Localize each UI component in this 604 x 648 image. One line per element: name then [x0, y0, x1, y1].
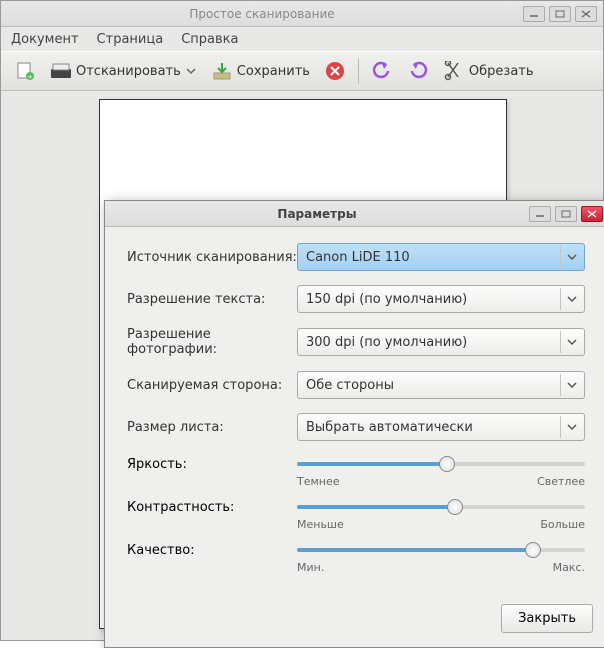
- chevron-down-icon: [560, 246, 582, 268]
- save-icon: [211, 60, 233, 82]
- scan-label: Отсканировать: [76, 64, 181, 79]
- dialog-minimize-button[interactable]: [529, 206, 551, 222]
- brightness-min-label: Темнее: [297, 475, 340, 488]
- main-window-title: Простое сканирование: [1, 7, 523, 21]
- save-button[interactable]: Сохранить: [206, 57, 315, 85]
- brightness-slider[interactable]: [297, 455, 585, 473]
- source-combo[interactable]: Canon LiDE 110: [297, 243, 585, 271]
- contrast-slider[interactable]: [297, 498, 585, 516]
- rotate-right-button[interactable]: [402, 57, 434, 85]
- menubar: Документ Страница Справка: [1, 27, 603, 51]
- text-res-value: 150 dpi (по умолчанию): [306, 292, 467, 307]
- close-button[interactable]: [575, 6, 597, 22]
- scan-button[interactable]: Отсканировать: [45, 57, 202, 85]
- brightness-label: Яркость:: [127, 457, 297, 472]
- chevron-down-icon: [560, 374, 582, 396]
- dialog-title: Параметры: [105, 207, 529, 221]
- contrast-label: Контрастность:: [127, 500, 297, 515]
- side-combo[interactable]: Обе стороны: [297, 371, 585, 399]
- new-doc-icon: +: [14, 60, 36, 82]
- rotate-left-button[interactable]: [366, 57, 398, 85]
- quality-label: Качество:: [127, 543, 297, 558]
- contrast-max-label: Больше: [540, 518, 585, 531]
- source-value: Canon LiDE 110: [306, 250, 410, 265]
- preferences-dialog: Параметры Источник сканирования: Canon L…: [104, 200, 604, 648]
- save-label: Сохранить: [237, 64, 310, 79]
- new-doc-button[interactable]: +: [9, 57, 41, 85]
- separator: [358, 58, 359, 84]
- menu-help[interactable]: Справка: [181, 32, 238, 47]
- crop-icon: [443, 60, 465, 82]
- chevron-down-icon: [560, 416, 582, 438]
- svg-text:+: +: [27, 73, 33, 81]
- stop-button[interactable]: [319, 57, 351, 85]
- side-value: Обе стороны: [306, 378, 394, 393]
- paper-label: Размер листа:: [127, 420, 297, 435]
- crop-label: Обрезать: [469, 64, 534, 79]
- quality-min-label: Мин.: [297, 561, 324, 574]
- text-res-label: Разрешение текста:: [127, 292, 297, 307]
- toolbar: + Отсканировать Сохранить: [1, 51, 603, 91]
- photo-res-value: 300 dpi (по умолчанию): [306, 335, 467, 350]
- source-label: Источник сканирования:: [127, 250, 297, 265]
- quality-max-label: Макс.: [553, 561, 585, 574]
- dialog-form: Источник сканирования: Canon LiDE 110 Ра…: [105, 227, 604, 598]
- paper-value: Выбрать автоматически: [306, 420, 473, 435]
- scanner-icon: [50, 60, 72, 82]
- dialog-close-button[interactable]: [581, 206, 603, 222]
- chevron-down-icon: [185, 60, 197, 82]
- crop-button[interactable]: Обрезать: [438, 57, 539, 85]
- dialog-titlebar: Параметры: [105, 201, 604, 227]
- main-titlebar: Простое сканирование: [1, 1, 603, 27]
- chevron-down-icon: [560, 288, 582, 310]
- photo-res-combo[interactable]: 300 dpi (по умолчанию): [297, 328, 585, 356]
- photo-res-label: Разрешение фотографии:: [127, 327, 297, 357]
- paper-combo[interactable]: Выбрать автоматически: [297, 413, 585, 441]
- contrast-min-label: Меньше: [297, 518, 344, 531]
- close-dialog-button[interactable]: Закрыть: [501, 604, 593, 633]
- dialog-maximize-button[interactable]: [555, 206, 577, 222]
- minimize-button[interactable]: [523, 6, 545, 22]
- side-label: Сканируемая сторона:: [127, 378, 297, 393]
- rotate-left-icon: [371, 60, 393, 82]
- menu-page[interactable]: Страница: [97, 32, 164, 47]
- stop-icon: [324, 60, 346, 82]
- rotate-right-icon: [407, 60, 429, 82]
- brightness-max-label: Светлее: [537, 475, 585, 488]
- text-res-combo[interactable]: 150 dpi (по умолчанию): [297, 285, 585, 313]
- chevron-down-icon: [560, 331, 582, 353]
- menu-document[interactable]: Документ: [11, 32, 79, 47]
- maximize-button[interactable]: [549, 6, 571, 22]
- quality-slider[interactable]: [297, 541, 585, 559]
